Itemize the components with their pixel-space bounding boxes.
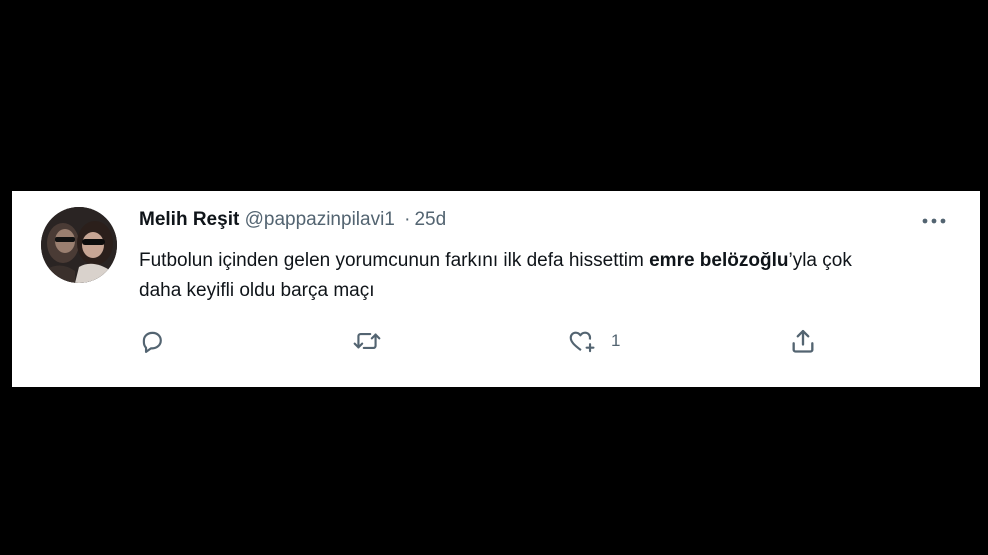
more-options-button[interactable] [920,211,948,231]
avatar[interactable] [41,207,117,283]
screenshot-stage: Melih Reşit @pappazinpilavi1 · 25d Futbol… [0,0,988,555]
tweet-timestamp[interactable]: 25d [414,209,446,230]
retweet-button[interactable] [352,326,382,356]
reply-button[interactable] [139,326,165,356]
like-button[interactable]: 1 [567,326,620,356]
heart-icon [569,331,595,353]
tweet-text: Futbolun içinden gelen yorumcunun farkın… [139,246,899,306]
tweet-actions-bar: 1 [139,326,839,356]
tweet-card[interactable]: Melih Reşit @pappazinpilavi1 · 25d Futbol… [12,191,980,387]
author-handle[interactable]: @pappazinpilavi1 [245,209,395,230]
author-display-name[interactable]: Melih Reşit [139,209,239,230]
reply-icon [142,331,162,353]
retweet-icon [353,332,381,350]
avatar-photo [41,207,117,283]
like-count: 1 [611,331,621,350]
tweet-text-part1: Futbolun içinden gelen yorumcunun farkın… [139,250,650,271]
tweet-header: Melih Reşit @pappazinpilavi1 · 25d [139,208,446,232]
share-button[interactable] [789,326,817,356]
header-separator: · [404,209,411,230]
more-options-icon [922,218,946,224]
share-icon [792,329,814,353]
tweet-text-mention: emre belözoğlu [649,250,789,271]
